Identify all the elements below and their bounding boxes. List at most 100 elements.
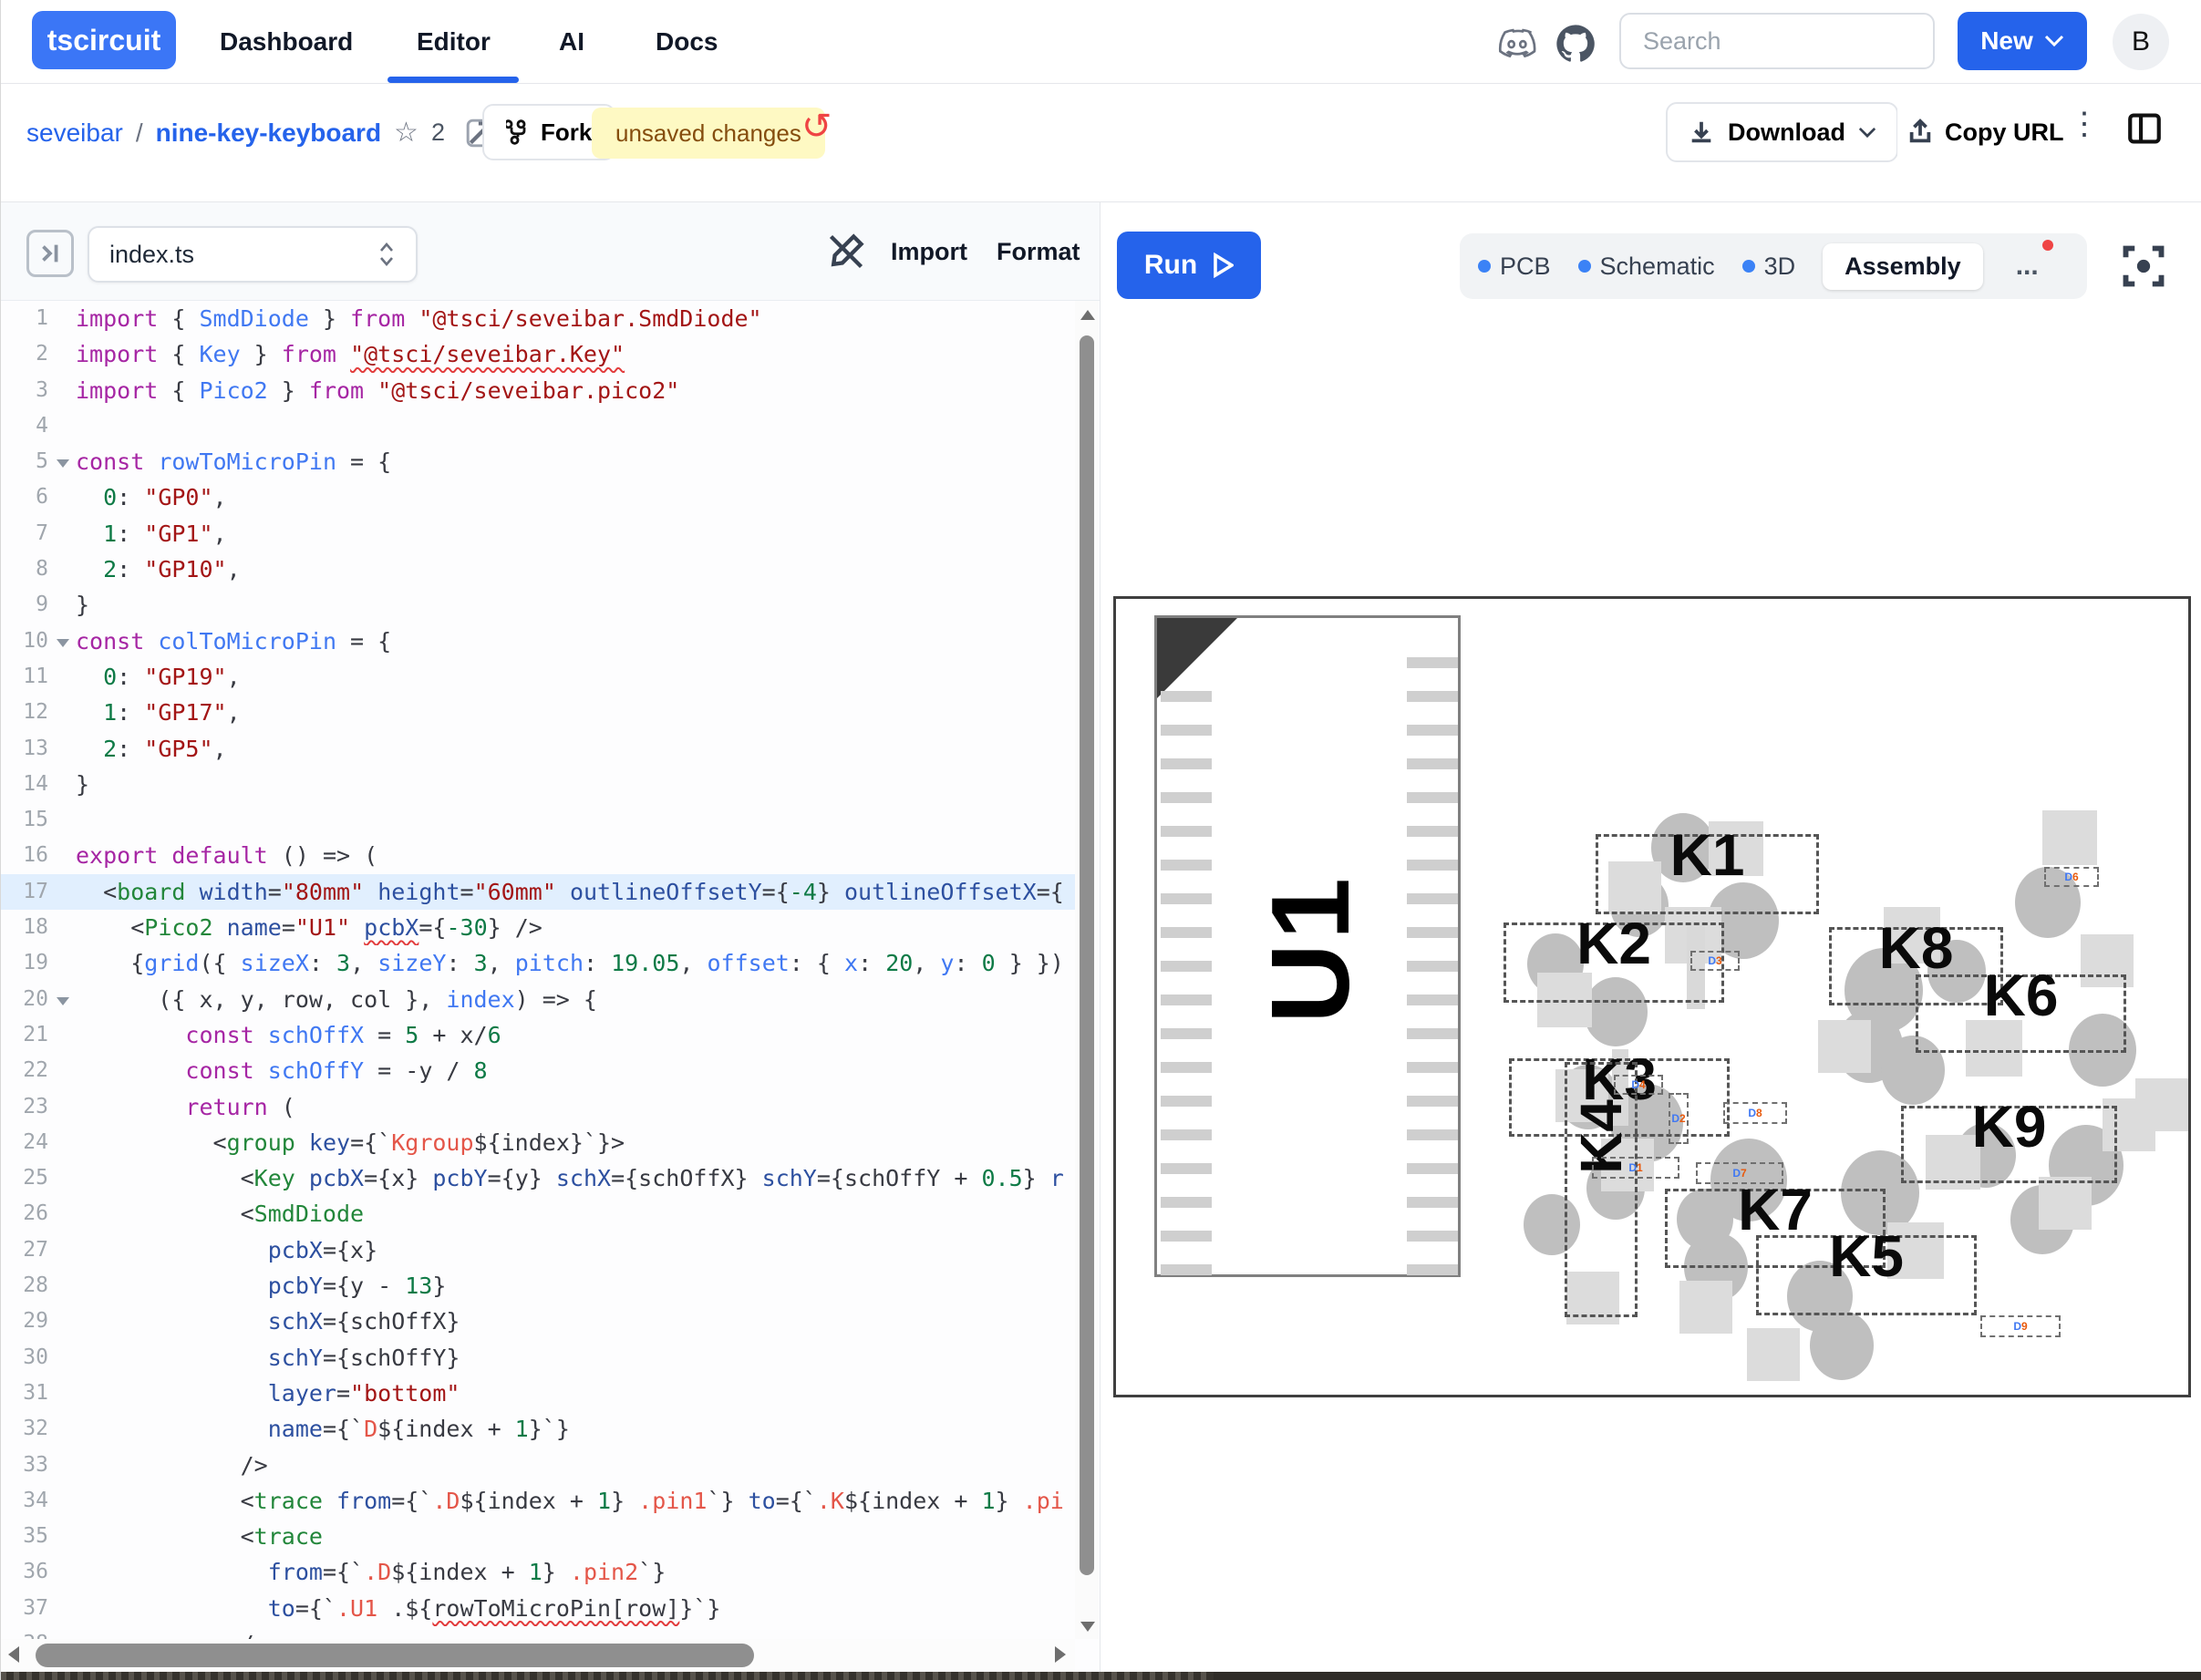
- code-line-30[interactable]: 30 schY={schOffY}: [1, 1340, 1075, 1376]
- code-line-7[interactable]: 7 1: "GP1",: [1, 516, 1075, 551]
- breadcrumb-owner-link[interactable]: seveibar: [26, 119, 123, 148]
- scroll-right-arrow[interactable]: [1055, 1646, 1066, 1663]
- fold-gutter[interactable]: [48, 659, 76, 695]
- fold-gutter[interactable]: [48, 945, 76, 981]
- code-line-13[interactable]: 13 2: "GP5",: [1, 731, 1075, 767]
- fold-gutter[interactable]: [48, 802, 76, 838]
- horizontal-scroll-thumb[interactable]: [36, 1644, 754, 1667]
- code-line-26[interactable]: 26 <SmdDiode: [1, 1196, 1075, 1232]
- fold-arrow-icon[interactable]: [57, 459, 69, 468]
- code-line-18[interactable]: 18 <Pico2 name="U1" pcbX={-30} />: [1, 910, 1075, 945]
- fold-gutter[interactable]: [48, 731, 76, 767]
- code-line-10[interactable]: 10const colToMicroPin = {: [1, 624, 1075, 659]
- download-button[interactable]: Download: [1666, 102, 1898, 162]
- code-area[interactable]: 1import { SmdDiode } from "@tsci/seveiba…: [1, 301, 1075, 1639]
- undo-icon[interactable]: ↺: [801, 106, 832, 148]
- code-line-21[interactable]: 21 const schOffX = 5 + x/6: [1, 1017, 1075, 1053]
- code-line-9[interactable]: 9}: [1, 587, 1075, 623]
- fold-gutter[interactable]: [48, 1483, 76, 1519]
- code-line-15[interactable]: 15: [1, 802, 1075, 838]
- fold-gutter[interactable]: [48, 516, 76, 551]
- diode-d4-outline[interactable]: D4: [1614, 1075, 1663, 1095]
- fold-gutter[interactable]: [48, 1125, 76, 1160]
- code-line-33[interactable]: 33 />: [1, 1448, 1075, 1483]
- diode-d1-outline[interactable]: D1: [1592, 1157, 1679, 1179]
- fold-gutter[interactable]: [48, 551, 76, 587]
- fold-gutter[interactable]: [48, 1053, 76, 1088]
- nav-item-dashboard[interactable]: Dashboard: [220, 0, 353, 84]
- code-line-6[interactable]: 6 0: "GP0",: [1, 479, 1075, 515]
- github-icon[interactable]: [1555, 24, 1596, 64]
- fold-gutter[interactable]: [48, 838, 76, 873]
- fullscreen-icon[interactable]: [2120, 242, 2167, 290]
- code-line-35[interactable]: 35 <trace: [1, 1519, 1075, 1554]
- fold-gutter[interactable]: [48, 1196, 76, 1232]
- star-icon[interactable]: ☆: [394, 117, 418, 149]
- fold-gutter[interactable]: [48, 910, 76, 945]
- code-line-20[interactable]: 20 ({ x, y, row, col }, index) => {: [1, 982, 1075, 1017]
- breadcrumb-repo-link[interactable]: nine-key-keyboard: [156, 119, 381, 148]
- fold-gutter[interactable]: [48, 373, 76, 408]
- fold-gutter[interactable]: [48, 408, 76, 444]
- fold-gutter[interactable]: [48, 1232, 76, 1268]
- discord-icon[interactable]: [1496, 27, 1538, 60]
- code-line-17[interactable]: 17 <board width="80mm" height="60mm" out…: [1, 874, 1075, 910]
- fold-gutter[interactable]: [48, 1089, 76, 1125]
- fold-gutter[interactable]: [48, 1554, 76, 1590]
- run-button[interactable]: Run: [1117, 232, 1261, 299]
- component-u1[interactable]: U1: [1154, 615, 1461, 1277]
- more-options-icon[interactable]: ⋮: [2069, 106, 2100, 142]
- fold-gutter[interactable]: [48, 767, 76, 802]
- new-button[interactable]: New: [1958, 12, 2087, 70]
- fold-gutter[interactable]: [48, 1411, 76, 1447]
- nav-item-editor[interactable]: Editor: [417, 0, 491, 84]
- code-line-28[interactable]: 28 pcbY={y - 13}: [1, 1268, 1075, 1304]
- tab-pcb[interactable]: PCB: [1478, 253, 1551, 281]
- fold-gutter[interactable]: [48, 1448, 76, 1483]
- file-select[interactable]: index.ts: [88, 226, 418, 283]
- fold-gutter[interactable]: [48, 874, 76, 910]
- fold-gutter[interactable]: [48, 587, 76, 623]
- nav-item-docs[interactable]: Docs: [656, 0, 718, 84]
- code-line-2[interactable]: 2import { Key } from "@tsci/seveibar.Key…: [1, 336, 1075, 372]
- fold-gutter[interactable]: [48, 1519, 76, 1554]
- scroll-down-arrow[interactable]: [1080, 1622, 1095, 1632]
- code-line-34[interactable]: 34 <trace from={`.D${index + 1} .pin1`} …: [1, 1483, 1075, 1519]
- import-button[interactable]: Import: [891, 224, 967, 279]
- fold-gutter[interactable]: [48, 301, 76, 336]
- tab-assembly[interactable]: Assembly: [1823, 243, 1983, 290]
- code-line-11[interactable]: 11 0: "GP19",: [1, 659, 1075, 695]
- code-line-1[interactable]: 1import { SmdDiode } from "@tsci/seveiba…: [1, 301, 1075, 336]
- code-line-19[interactable]: 19 {grid({ sizeX: 3, sizeY: 3, pitch: 19…: [1, 945, 1075, 981]
- code-line-23[interactable]: 23 return (: [1, 1089, 1075, 1125]
- scroll-left-arrow[interactable]: [8, 1646, 19, 1663]
- fold-gutter[interactable]: [48, 479, 76, 515]
- fold-gutter[interactable]: [48, 1268, 76, 1304]
- fold-gutter[interactable]: [48, 1160, 76, 1196]
- edit-disabled-icon[interactable]: [826, 232, 866, 272]
- fold-gutter[interactable]: [48, 1591, 76, 1626]
- code-line-32[interactable]: 32 name={`D${index + 1}`}: [1, 1411, 1075, 1447]
- editor-horizontal-scrollbar[interactable]: [1, 1639, 1075, 1673]
- code-line-22[interactable]: 22 const schOffY = -y / 8: [1, 1053, 1075, 1088]
- fold-gutter[interactable]: [48, 1626, 76, 1639]
- fold-gutter[interactable]: [48, 444, 76, 479]
- diode-d3-outline[interactable]: D3: [1690, 951, 1740, 971]
- scroll-up-arrow[interactable]: [1080, 310, 1095, 320]
- fold-gutter[interactable]: [48, 624, 76, 659]
- search-input[interactable]: [1619, 13, 1935, 69]
- fold-arrow-icon[interactable]: [57, 639, 69, 647]
- code-line-8[interactable]: 8 2: "GP10",: [1, 551, 1075, 587]
- format-button[interactable]: Format: [997, 224, 1080, 279]
- nav-item-ai[interactable]: AI: [559, 0, 584, 84]
- diode-d2-outline[interactable]: D2: [1669, 1093, 1689, 1144]
- code-line-24[interactable]: 24 <group key={`Kgroup${index}`}>: [1, 1125, 1075, 1160]
- tab-3d[interactable]: 3D: [1742, 253, 1796, 281]
- code-line-38[interactable]: 38 />: [1, 1626, 1075, 1639]
- code-line-4[interactable]: 4: [1, 408, 1075, 444]
- code-line-12[interactable]: 12 1: "GP17",: [1, 695, 1075, 730]
- fold-gutter[interactable]: [48, 1017, 76, 1053]
- assembly-board-outline[interactable]: U1 K1K2K8K6K3K4K9K7K5D3D4D1D7D8D2D6D9: [1113, 596, 2191, 1397]
- fold-arrow-icon[interactable]: [57, 997, 69, 1005]
- bottom-scrollbar-strip[interactable]: [1, 1672, 2201, 1680]
